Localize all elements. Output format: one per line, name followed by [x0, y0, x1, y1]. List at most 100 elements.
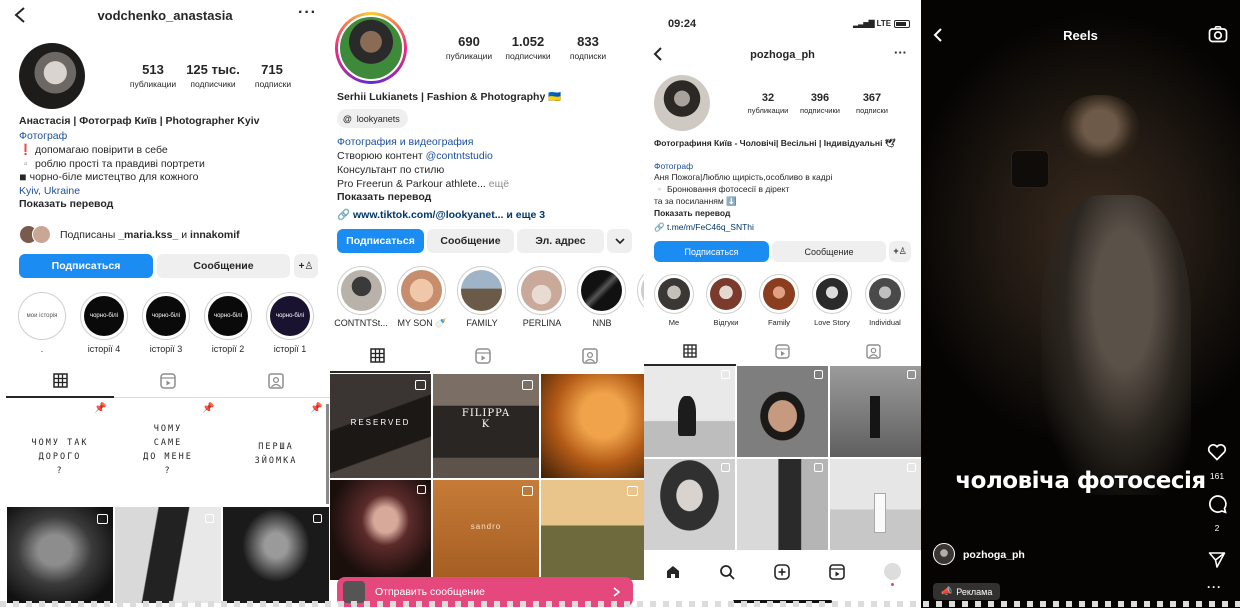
more-options-icon[interactable]: ···	[1207, 580, 1222, 594]
highlight-item[interactable]	[865, 274, 905, 314]
story-ring-avatar[interactable]	[335, 12, 407, 84]
followed-by-text[interactable]: Подписаны _maria.kss_ и innakomif	[60, 229, 240, 241]
collage-border	[0, 601, 1240, 607]
stat-following-label[interactable]: подписки	[846, 106, 898, 115]
message-button[interactable]: Сообщение	[772, 241, 886, 262]
bio-line: Консультант по стилю	[337, 164, 445, 176]
ad-badge[interactable]: 📣 Реклама	[933, 583, 1001, 600]
stat-following-count[interactable]: 367	[852, 92, 892, 104]
email-button[interactable]: Эл. адрес	[517, 229, 604, 253]
author-avatar[interactable]	[933, 543, 955, 565]
home-icon[interactable]	[665, 564, 681, 580]
highlight-item[interactable]	[654, 274, 694, 314]
highlight-item[interactable]: чорно-білі	[142, 292, 190, 340]
post-thumbnail[interactable]	[737, 459, 828, 550]
message-button[interactable]: Сообщение	[157, 254, 290, 278]
bio-link[interactable]: 🔗 t.me/m/FeC46q_SNThi	[654, 222, 754, 233]
stat-followers-count[interactable]: 396	[800, 92, 840, 104]
profile-avatar[interactable]	[654, 75, 710, 131]
threads-badge[interactable]: @ lookyanets	[337, 109, 408, 128]
scrollbar[interactable]	[326, 404, 329, 504]
profile-avatar[interactable]	[19, 43, 85, 109]
grid-tab-icon[interactable]	[53, 373, 68, 388]
follower-avatar	[32, 225, 51, 244]
profile-tab-avatar[interactable]	[884, 563, 901, 580]
more-options-icon[interactable]: ···	[298, 4, 317, 22]
highlight-item[interactable]	[759, 274, 799, 314]
highlight-item[interactable]: мои історія	[18, 292, 66, 340]
highlight-item[interactable]	[577, 266, 626, 315]
reel-badge-icon	[627, 486, 638, 496]
stat-following-count[interactable]: 833	[559, 34, 617, 49]
translate-link[interactable]: Показать перевод	[654, 208, 730, 218]
highlight-item[interactable]: чорно-білі	[204, 292, 252, 340]
carousel-badge-icon	[313, 514, 322, 523]
more-link[interactable]: ещё	[489, 178, 509, 190]
tagged-tab-icon[interactable]	[866, 344, 881, 359]
add-person-icon[interactable]: +♙	[889, 241, 911, 262]
highlight-label: історії 2	[211, 344, 245, 354]
stat-posts-label: публикации	[747, 106, 789, 115]
post-thumbnail[interactable]	[644, 366, 735, 457]
post-thumbnail[interactable]	[737, 366, 828, 457]
highlight-item[interactable]: чорно-білі	[266, 292, 314, 340]
highlight-item[interactable]: чорно-білі	[80, 292, 128, 340]
heart-icon[interactable]	[1207, 443, 1227, 461]
bio-link[interactable]: 🔗 www.tiktok.com/@lookyanet... и еще 3	[337, 208, 545, 221]
stat-followers-count[interactable]: 125 тыс.	[180, 62, 246, 77]
stat-following-label[interactable]: подписки	[240, 79, 306, 89]
stat-followers-label[interactable]: подписчики	[794, 106, 846, 115]
highlight-label: NNB	[592, 318, 612, 328]
post-thumbnail[interactable]: ЧОМУ ТАК ДОРОГО?	[7, 400, 113, 504]
highlight-item[interactable]	[706, 274, 746, 314]
camera-icon[interactable]	[1208, 25, 1228, 43]
search-icon[interactable]	[719, 564, 735, 580]
stat-following-label[interactable]: подписки	[555, 51, 621, 61]
stat-followers-count[interactable]: 1.052	[499, 34, 557, 49]
location-link[interactable]: Kyiv, Ukraine	[19, 185, 80, 197]
comment-icon[interactable]	[1207, 494, 1227, 514]
translate-link[interactable]: Показать перевод	[19, 198, 113, 210]
reels-tab-icon[interactable]	[475, 348, 491, 364]
post-thumbnail[interactable]: ЧОМУ САМЕ ДО МЕНЕ?	[115, 400, 221, 504]
bio-line: ❗ допомагаю повірити в себе	[19, 144, 168, 156]
create-post-icon[interactable]	[774, 564, 790, 580]
post-thumbnail[interactable]	[541, 374, 644, 478]
stat-following-count[interactable]: 715	[243, 62, 301, 77]
follow-button[interactable]: Подписаться	[19, 254, 153, 278]
reels-tab-icon[interactable]	[775, 344, 790, 359]
bio-name: Фотографиня Київ - Чоловічі| Весільні | …	[654, 138, 896, 148]
post-thumbnail[interactable]: ПЕРША ЗЙОМКА	[223, 400, 329, 504]
follow-button[interactable]: Подписаться	[654, 241, 769, 262]
grid-tab-icon[interactable]	[683, 344, 697, 358]
stat-followers-label[interactable]: подписчики	[180, 79, 246, 89]
highlight-label: CONTNTSt...	[334, 318, 388, 328]
reels-tab-icon[interactable]	[160, 373, 176, 389]
add-person-icon[interactable]: +♙	[294, 254, 318, 278]
highlight-item[interactable]	[812, 274, 852, 314]
reels-icon[interactable]	[829, 564, 845, 580]
highlight-item[interactable]	[517, 266, 566, 315]
highlight-item[interactable]	[637, 266, 644, 315]
highlight-item[interactable]	[337, 266, 386, 315]
translate-link[interactable]: Показать перевод	[337, 191, 431, 203]
post-thumbnail[interactable]	[830, 366, 921, 457]
post-thumbnail[interactable]	[830, 459, 921, 550]
grid-tab-icon[interactable]	[370, 348, 385, 363]
stat-posts-count: 513	[142, 62, 164, 77]
highlight-item[interactable]	[457, 266, 506, 315]
tagged-tab-icon[interactable]	[268, 373, 284, 389]
share-icon[interactable]	[1208, 551, 1226, 569]
post-thumbnail[interactable]	[330, 480, 431, 580]
highlight-item[interactable]	[397, 266, 446, 315]
follow-button[interactable]: Подписаться	[337, 229, 424, 253]
message-button[interactable]: Сообщение	[427, 229, 514, 253]
screenshot-collage: vodchenko_anastasia ··· 513 публикации 1…	[0, 0, 1240, 608]
more-options-icon[interactable]: ···	[894, 45, 907, 60]
chevron-down-icon[interactable]	[607, 229, 632, 253]
stat-followers-label[interactable]: подписчики	[495, 51, 561, 61]
reels-panel: Reels чоловіча фотосесія 161 2 ··· pozho…	[921, 0, 1240, 608]
author-username[interactable]: pozhoga_ph	[963, 549, 1025, 561]
post-thumbnail[interactable]	[644, 459, 735, 550]
tagged-tab-icon[interactable]	[582, 348, 598, 364]
